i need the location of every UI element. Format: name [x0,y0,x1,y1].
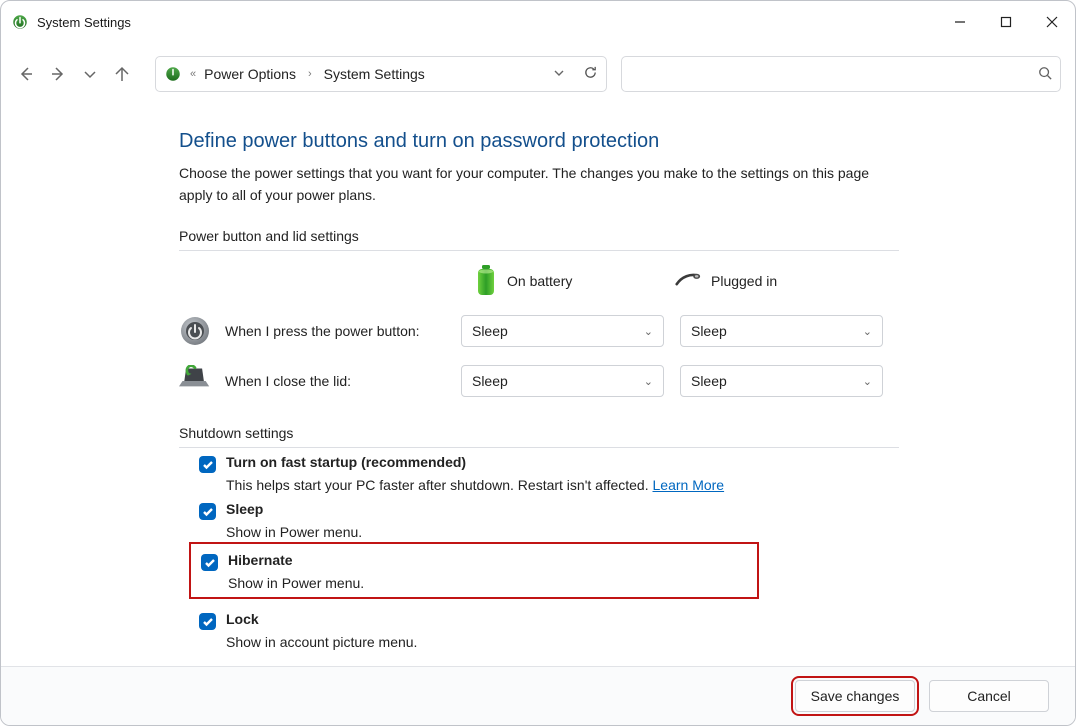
app-icon [11,13,29,31]
forward-button[interactable] [47,63,69,85]
search-box[interactable] [621,56,1061,92]
power-button-icon [179,315,211,347]
breadcrumb-item[interactable]: Power Options [204,66,296,82]
checkbox-label: Turn on fast startup (recommended) [226,454,466,470]
power-button-plugged-select[interactable]: Sleep⌄ [680,315,883,347]
column-label-battery: On battery [507,273,572,289]
save-button[interactable]: Save changes [795,680,915,712]
back-button[interactable] [15,63,37,85]
checkbox-lock[interactable] [199,613,216,630]
checkbox-label: Lock [226,611,259,627]
close-lid-row: When I close the lid: Sleep⌄ Sleep⌄ [179,365,899,397]
search-icon [1038,66,1052,83]
checkbox-label: Sleep [226,501,263,517]
footer: Save changes Cancel [1,666,1075,725]
checkbox-fast-startup[interactable] [199,456,216,473]
breadcrumb-prefix-icon: « [190,68,196,80]
close-lid-label: When I close the lid: [225,373,351,389]
shutdown-item-sleep: Sleep [179,495,899,522]
power-button-label: When I press the power button: [225,323,420,339]
plug-icon [675,272,701,290]
address-bar-icon [164,65,182,83]
page-description: Choose the power settings that you want … [179,163,899,206]
breadcrumb-item[interactable]: System Settings [324,66,425,82]
page-title: Define power buttons and turn on passwor… [179,130,1035,153]
minimize-button[interactable] [937,6,983,38]
power-button-row: When I press the power button: Sleep⌄ Sl… [179,315,899,347]
learn-more-link[interactable]: Learn More [653,477,725,493]
chevron-right-icon: › [308,68,312,80]
up-button[interactable] [111,63,133,85]
titlebar: System Settings [1,1,1075,43]
toolbar: « Power Options › System Settings [1,43,1075,100]
checkbox-desc: This helps start your PC faster after sh… [226,477,899,493]
chevron-down-icon: ⌄ [863,375,872,388]
laptop-lid-icon [179,365,211,397]
close-lid-battery-select[interactable]: Sleep⌄ [461,365,664,397]
checkbox-sleep[interactable] [199,503,216,520]
window: System Settings « Power Options › System… [0,0,1076,726]
refresh-button[interactable] [583,65,598,83]
cancel-button[interactable]: Cancel [929,680,1049,712]
battery-icon [475,265,497,297]
shutdown-item-lock: Lock [179,605,899,632]
power-button-battery-select[interactable]: Sleep⌄ [461,315,664,347]
chevron-down-icon[interactable] [553,67,565,82]
maximize-button[interactable] [983,6,1029,38]
close-button[interactable] [1029,6,1075,38]
columns-header: On battery Plugged in [179,265,899,297]
chevron-down-icon: ⌄ [644,325,653,338]
chevron-down-icon: ⌄ [644,375,653,388]
checkbox-desc: Show in account picture menu. [226,634,899,650]
section-heading-power: Power button and lid settings [179,228,899,251]
content: Define power buttons and turn on passwor… [1,100,1075,666]
shutdown-item-hibernate: Hibernate [191,546,757,573]
close-lid-plugged-select[interactable]: Sleep⌄ [680,365,883,397]
history-dropdown-button[interactable] [79,63,101,85]
window-title: System Settings [37,15,131,30]
checkbox-desc: Show in Power menu. [226,524,899,540]
section-heading-shutdown: Shutdown settings [179,425,899,448]
checkbox-hibernate[interactable] [201,554,218,571]
address-bar[interactable]: « Power Options › System Settings [155,56,607,92]
chevron-down-icon: ⌄ [863,325,872,338]
highlight-hibernate: Hibernate Show in Power menu. [189,542,759,599]
column-label-plugged: Plugged in [711,273,777,289]
shutdown-item-fast-startup: Turn on fast startup (recommended) [179,448,899,475]
checkbox-label: Hibernate [228,552,293,568]
checkbox-desc: Show in Power menu. [228,575,757,591]
